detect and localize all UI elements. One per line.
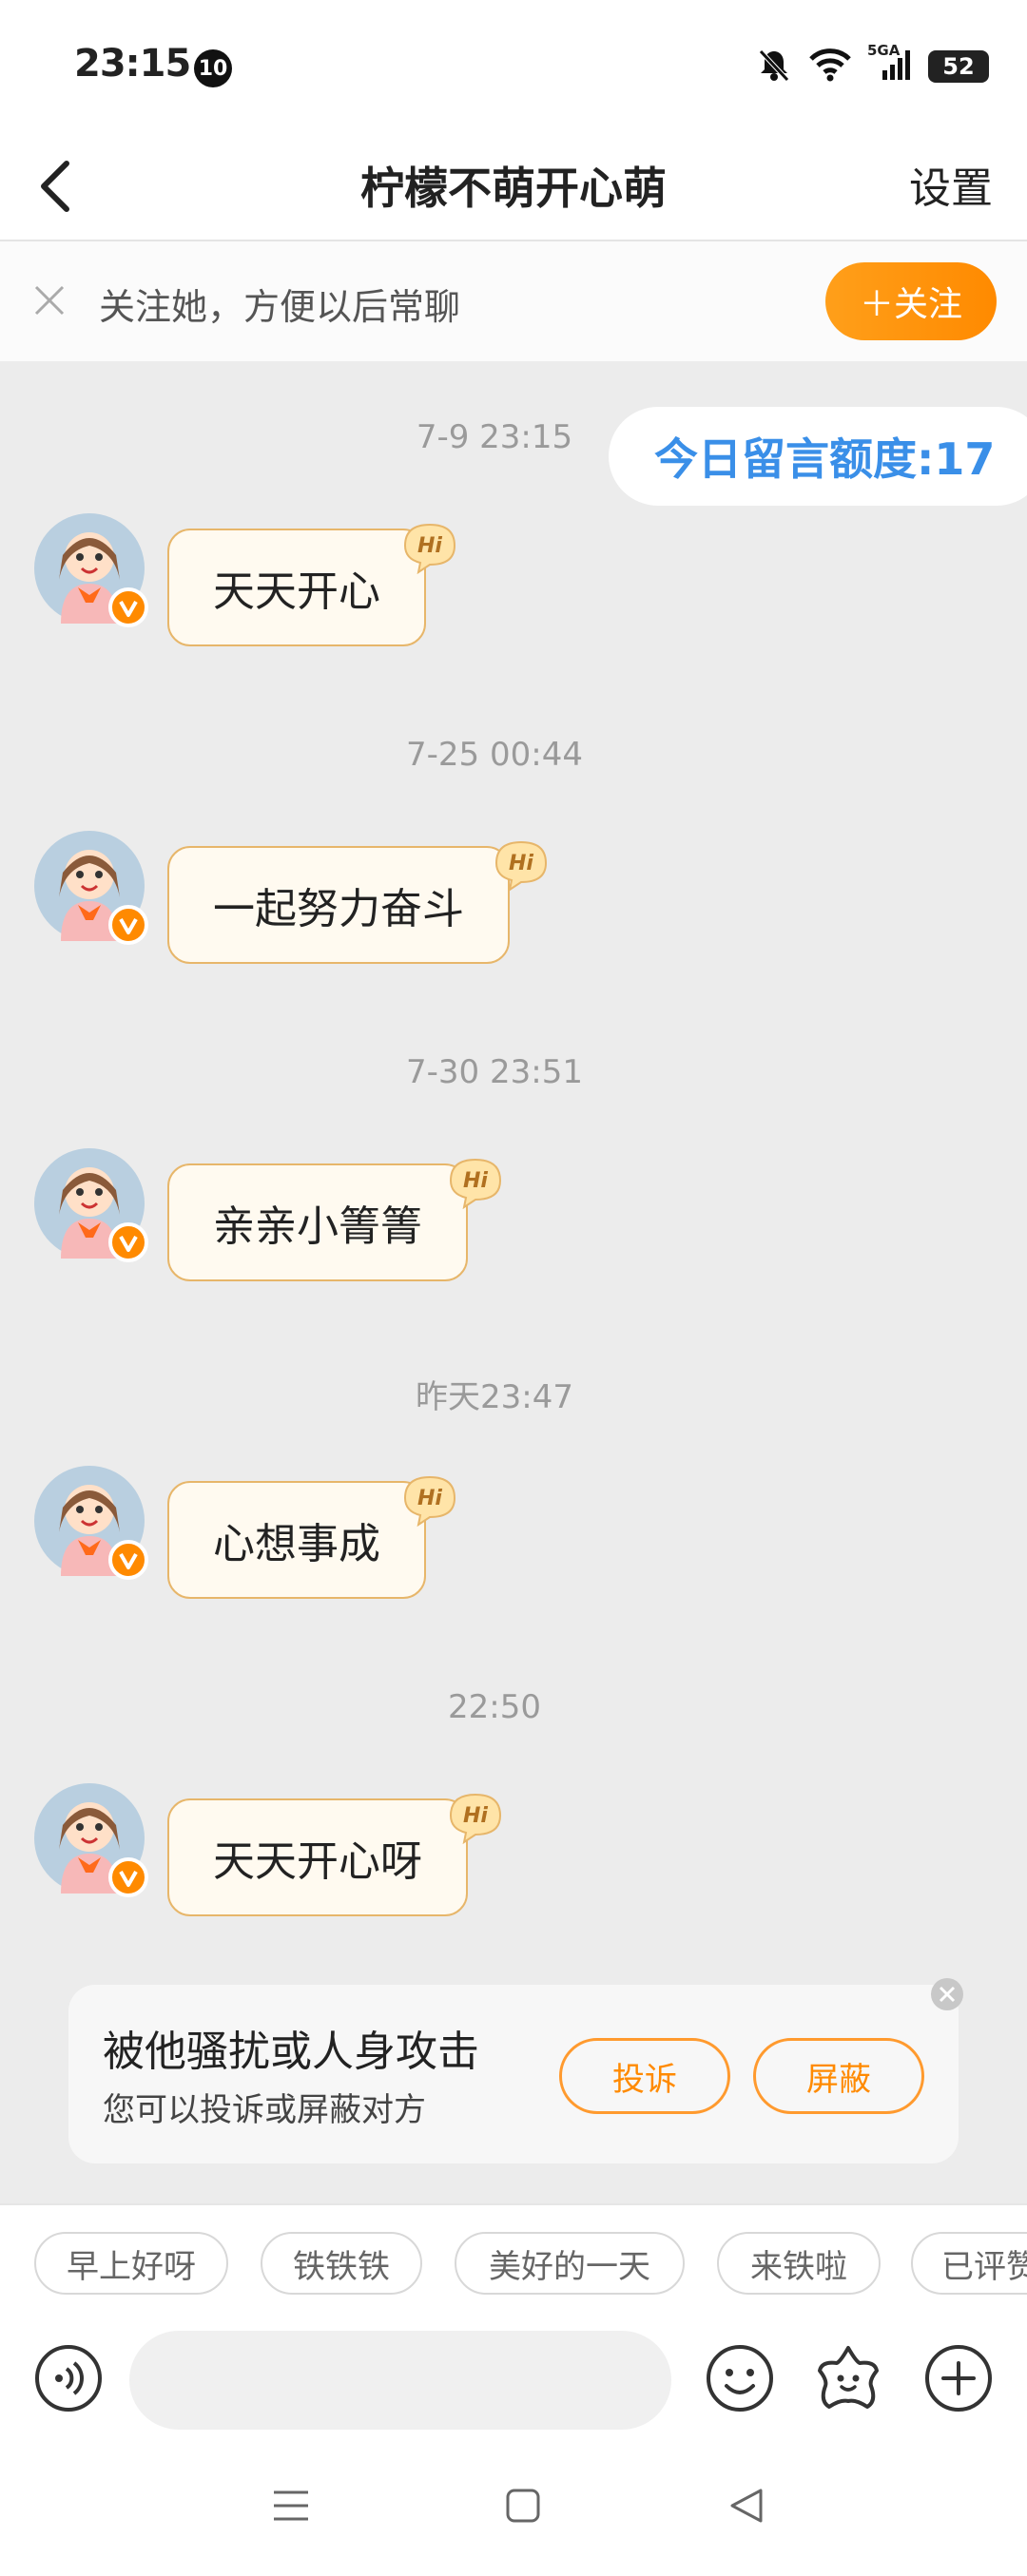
back-nav-icon <box>730 2489 763 2523</box>
message-bubble[interactable]: 亲亲小箐箐 <box>167 1163 468 1281</box>
avatar[interactable] <box>34 831 148 945</box>
message-bubble[interactable]: 心想事成 <box>167 1481 426 1599</box>
message-text: 亲亲小箐箐 <box>213 1202 422 1251</box>
avatar[interactable] <box>34 1148 148 1262</box>
message-timestamp: 7-30 23:51 <box>406 1053 583 1091</box>
hi-badge-text: Hi <box>463 1169 488 1193</box>
voice-icon <box>35 2345 102 2412</box>
status-icons: 5GA 52 <box>755 42 989 87</box>
voice-button[interactable] <box>32 2342 105 2414</box>
signal-icon: 5GA <box>867 42 913 87</box>
quick-reply-chip[interactable]: 铁铁铁 <box>261 2232 422 2295</box>
follow-close-button[interactable] <box>29 279 70 321</box>
network-type: 5GA <box>867 42 901 59</box>
avatar[interactable] <box>34 1783 148 1897</box>
page-title: 柠檬不萌开心萌 <box>360 163 667 214</box>
status-bar: 23:15 10 5GA 52 <box>0 0 1027 133</box>
hi-badge-text: Hi <box>463 1804 488 1828</box>
quick-reply-chip[interactable]: 来铁啦 <box>717 2232 881 2295</box>
hi-badge-text: Hi <box>417 1487 442 1510</box>
hi-badge-icon: Hi <box>447 1158 504 1213</box>
message-text: 心想事成 <box>213 1520 380 1568</box>
sticker-icon <box>818 2346 879 2409</box>
message-bubble[interactable]: 天天开心呀 <box>167 1798 468 1916</box>
message-timestamp: 22:50 <box>448 1688 541 1726</box>
avatar[interactable] <box>34 513 148 627</box>
message-timestamp: 昨天23:47 <box>416 1378 573 1416</box>
block-button[interactable]: 屏蔽 <box>753 2038 924 2114</box>
chat-header: 柠檬不萌开心萌 设置 <box>0 133 1027 241</box>
message-text: 天天开心 <box>213 567 380 616</box>
hi-badge-icon: Hi <box>401 1475 458 1530</box>
mute-bell-icon <box>755 46 793 87</box>
system-nav-bar <box>0 2441 1027 2576</box>
menu-nav-icon <box>274 2490 308 2521</box>
hi-badge-text: Hi <box>509 852 533 875</box>
hi-badge-icon: Hi <box>401 523 458 578</box>
hi-badge-icon: Hi <box>447 1793 504 1848</box>
avatar[interactable] <box>34 1466 148 1580</box>
input-bar <box>0 2317 1027 2441</box>
verified-icon <box>108 587 148 627</box>
more-button[interactable] <box>922 2342 995 2414</box>
follow-button[interactable]: ＋关注 <box>825 262 997 340</box>
harassment-card: 被他骚扰或人身攻击 您可以投诉或屏蔽对方 投诉 屏蔽 <box>68 1978 963 2163</box>
report-button[interactable]: 投诉 <box>559 2038 730 2114</box>
harassment-subtitle: 您可以投诉或屏蔽对方 <box>103 2091 426 2129</box>
message-text: 一起努力奋斗 <box>213 885 464 933</box>
nav-menu-button[interactable] <box>268 2483 314 2528</box>
verified-icon <box>108 1857 148 1897</box>
emoji-icon <box>707 2345 773 2412</box>
settings-button[interactable]: 设置 <box>909 154 993 215</box>
wifi-icon <box>808 47 852 87</box>
verified-icon <box>108 905 148 945</box>
message-timestamp: 7-25 00:44 <box>406 736 583 774</box>
harassment-title: 被他骚扰或人身攻击 <box>103 2028 479 2076</box>
harassment-close-button[interactable] <box>928 1975 966 2013</box>
hi-badge-text: Hi <box>417 534 442 558</box>
quick-reply-bar: 早上好呀 铁铁铁 美好的一天 来铁啦 已评赞 <box>0 2203 1027 2319</box>
verified-icon <box>108 1222 148 1262</box>
nav-home-button[interactable] <box>500 2483 546 2528</box>
message-input[interactable] <box>129 2331 671 2430</box>
quick-reply-chip[interactable]: 已评赞 <box>911 2232 1027 2295</box>
message-bubble[interactable]: 一起努力奋斗 <box>167 846 510 964</box>
message-text: 天天开心呀 <box>213 1837 422 1886</box>
follow-prompt-text: 关注她，方便以后常聊 <box>99 286 461 328</box>
close-circle-icon <box>931 1978 963 2010</box>
home-nav-icon <box>506 2489 540 2523</box>
message-timestamp: 7-9 23:15 <box>416 418 573 456</box>
message-bubble[interactable]: 天天开心 <box>167 529 426 646</box>
follow-banner: 关注她，方便以后常聊 ＋关注 <box>0 241 1027 361</box>
emoji-button[interactable] <box>704 2342 776 2414</box>
notification-count-badge: 10 <box>194 49 232 87</box>
status-time: 23:15 <box>74 42 191 86</box>
quick-reply-chip[interactable]: 早上好呀 <box>34 2232 228 2295</box>
hi-badge-icon: Hi <box>493 840 550 895</box>
sticker-button[interactable] <box>812 2342 884 2414</box>
battery-indicator: 52 <box>928 50 989 83</box>
verified-icon <box>108 1540 148 1580</box>
quick-reply-chip[interactable]: 美好的一天 <box>455 2232 685 2295</box>
close-icon <box>34 285 65 316</box>
plus-icon <box>925 2345 992 2412</box>
nav-back-button[interactable] <box>725 2483 770 2528</box>
